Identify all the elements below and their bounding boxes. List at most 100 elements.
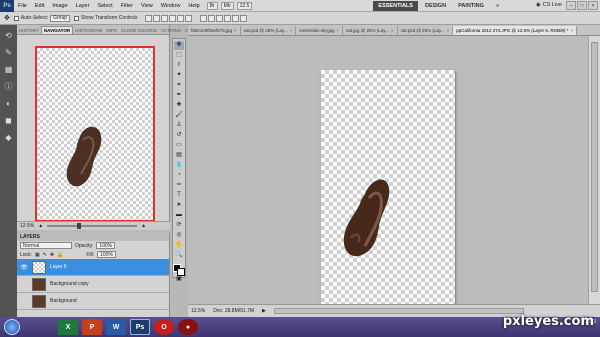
- opacity-input[interactable]: 100%: [96, 242, 116, 249]
- 3d-camera-tool-icon[interactable]: ◎: [174, 231, 184, 240]
- adjustments-icon[interactable]: ◐: [4, 99, 14, 109]
- show-transform-checkbox[interactable]: [74, 15, 80, 21]
- blend-mode-select[interactable]: Normal: [20, 242, 72, 249]
- minimize-button[interactable]: –: [566, 1, 576, 10]
- doc-tab[interactable]: sat.psd @ 25% (Lay... ×: [241, 26, 297, 35]
- zoom-slider[interactable]: [47, 223, 138, 229]
- brush-tool-icon[interactable]: 🖌: [174, 111, 184, 120]
- close-tab-icon[interactable]: ×: [337, 28, 340, 33]
- tab-histogram[interactable]: HISTOGRAM: [73, 27, 104, 34]
- background-color[interactable]: [177, 268, 185, 276]
- type-tool-icon[interactable]: T: [174, 191, 184, 200]
- zoom-tool-icon[interactable]: 🔍: [174, 251, 184, 260]
- align-left-icon[interactable]: [169, 14, 177, 22]
- fill-input[interactable]: 100%: [97, 251, 116, 258]
- zoom-out-icon[interactable]: ▲: [38, 223, 43, 229]
- zoom-in-icon[interactable]: ▲: [141, 223, 146, 229]
- screen-mode-icon[interactable]: ▣: [174, 275, 184, 284]
- masks-icon[interactable]: ◼: [4, 116, 14, 126]
- info-icon[interactable]: ⓘ: [4, 82, 14, 92]
- opera-icon[interactable]: O: [154, 319, 174, 335]
- eraser-tool-icon[interactable]: ▭: [174, 141, 184, 150]
- brush-presets-icon[interactable]: ✎: [4, 48, 14, 58]
- excel-icon[interactable]: X: [58, 319, 78, 335]
- workspace-more-button[interactable]: »: [491, 1, 504, 11]
- auto-select-checkbox[interactable]: [13, 15, 19, 21]
- eyedropper-tool-icon[interactable]: ✒: [174, 91, 184, 100]
- vertical-scrollbar[interactable]: [588, 36, 600, 304]
- horizontal-scrollbar[interactable]: [273, 308, 524, 314]
- launch-bridge-button[interactable]: Br: [206, 1, 218, 10]
- layer-name[interactable]: Background: [50, 298, 77, 304]
- layer-name[interactable]: Background copy: [50, 281, 89, 287]
- distribute-right-icon[interactable]: [240, 14, 248, 22]
- photoshop-icon[interactable]: Ps: [130, 319, 150, 335]
- layer-row-background[interactable]: Background: [17, 293, 169, 310]
- align-right-icon[interactable]: [185, 14, 193, 22]
- menu-help[interactable]: Help: [184, 3, 203, 9]
- auto-select-dropdown[interactable]: Group: [50, 14, 71, 22]
- hand-tool-icon[interactable]: ✋: [174, 241, 184, 250]
- rock-shape[interactable]: [321, 70, 455, 318]
- align-hcenter-icon[interactable]: [177, 14, 185, 22]
- tab-info[interactable]: INFO: [104, 27, 119, 34]
- doc-tab[interactable]: sat.jpg @ 25% (Lay... ×: [343, 26, 398, 35]
- path-select-tool-icon[interactable]: ➤: [174, 201, 184, 210]
- workspace-essentials[interactable]: ESSENTIALS: [373, 1, 418, 11]
- blur-tool-icon[interactable]: 💧: [174, 161, 184, 170]
- shape-tool-icon[interactable]: ▬: [174, 211, 184, 220]
- tab-navigator[interactable]: NAVIGATOR: [40, 26, 74, 34]
- layers-panel-title[interactable]: LAYERS: [17, 233, 169, 241]
- doc-tab[interactable]: essentials-sky.jpg ×: [296, 26, 344, 35]
- align-vcenter-icon[interactable]: [153, 14, 161, 22]
- workspace-design[interactable]: DESIGN: [420, 1, 451, 11]
- doc-tab[interactable]: sat.psd @ 25% (Lay... ×: [398, 26, 454, 35]
- navigator-preview[interactable]: [35, 46, 155, 222]
- history-icon[interactable]: ⟲: [4, 31, 14, 41]
- tab-clone-source[interactable]: CLONE SOURCE: [119, 27, 159, 34]
- close-tab-icon[interactable]: ×: [570, 28, 573, 33]
- workspace-painting[interactable]: PAINTING: [453, 1, 489, 11]
- styles-icon[interactable]: ◆: [4, 133, 14, 143]
- lasso-tool-icon[interactable]: ℓ: [174, 61, 184, 70]
- distribute-hcenter-icon[interactable]: [232, 14, 240, 22]
- menu-edit[interactable]: Edit: [31, 3, 48, 9]
- quick-select-tool-icon[interactable]: ✦: [174, 71, 184, 80]
- lock-transparency-icon[interactable]: ▦: [35, 252, 40, 258]
- tab-history[interactable]: HISTORY: [17, 27, 41, 34]
- align-bottom-icon[interactable]: [161, 14, 169, 22]
- lock-position-icon[interactable]: ✥: [50, 252, 54, 258]
- dodge-tool-icon[interactable]: ◔: [174, 171, 184, 180]
- doc-tab[interactable]: f8b21e5fb5ef678.jpg ×: [188, 26, 241, 35]
- doc-tab-active[interactable]: ppCalifornia 2012 274.JPG @ 12.5% (Layer…: [453, 26, 578, 35]
- layer-row-background-copy[interactable]: Background copy: [17, 276, 169, 293]
- marquee-tool-icon[interactable]: ⬚: [174, 51, 184, 60]
- close-tab-icon[interactable]: ×: [290, 28, 293, 33]
- cs-live[interactable]: ◉ CS Live: [536, 2, 562, 8]
- close-tab-icon[interactable]: ×: [447, 28, 450, 33]
- crop-tool-icon[interactable]: ⌗: [174, 81, 184, 90]
- powerpoint-icon[interactable]: P: [82, 319, 102, 335]
- 3d-rotate-tool-icon[interactable]: ⟳: [174, 221, 184, 230]
- healing-tool-icon[interactable]: ✚: [174, 101, 184, 110]
- move-tool-icon[interactable]: ✥: [4, 14, 10, 22]
- media-icon[interactable]: ●: [178, 319, 198, 335]
- menu-view[interactable]: View: [137, 3, 157, 9]
- tab-actions[interactable]: ACTIONS: [159, 27, 183, 34]
- lock-pixels-icon[interactable]: ✎: [43, 252, 47, 258]
- menu-image[interactable]: Image: [48, 3, 71, 9]
- navigator-zoom-value[interactable]: 12.5%: [20, 223, 34, 229]
- gradient-tool-icon[interactable]: ▤: [174, 151, 184, 160]
- layer-row-layer-5[interactable]: 👁 Layer 5: [17, 259, 169, 276]
- distribute-top-icon[interactable]: [200, 14, 208, 22]
- start-button[interactable]: [4, 319, 20, 335]
- menu-layer[interactable]: Layer: [72, 3, 94, 9]
- distribute-bottom-icon[interactable]: [216, 14, 224, 22]
- status-zoom[interactable]: 12.5%: [191, 308, 205, 314]
- clone-stamp-tool-icon[interactable]: ♙: [174, 121, 184, 130]
- align-top-icon[interactable]: [145, 14, 153, 22]
- distribute-left-icon[interactable]: [224, 14, 232, 22]
- menu-file[interactable]: File: [14, 3, 31, 9]
- word-icon[interactable]: W: [106, 319, 126, 335]
- maximize-button[interactable]: □: [577, 1, 587, 10]
